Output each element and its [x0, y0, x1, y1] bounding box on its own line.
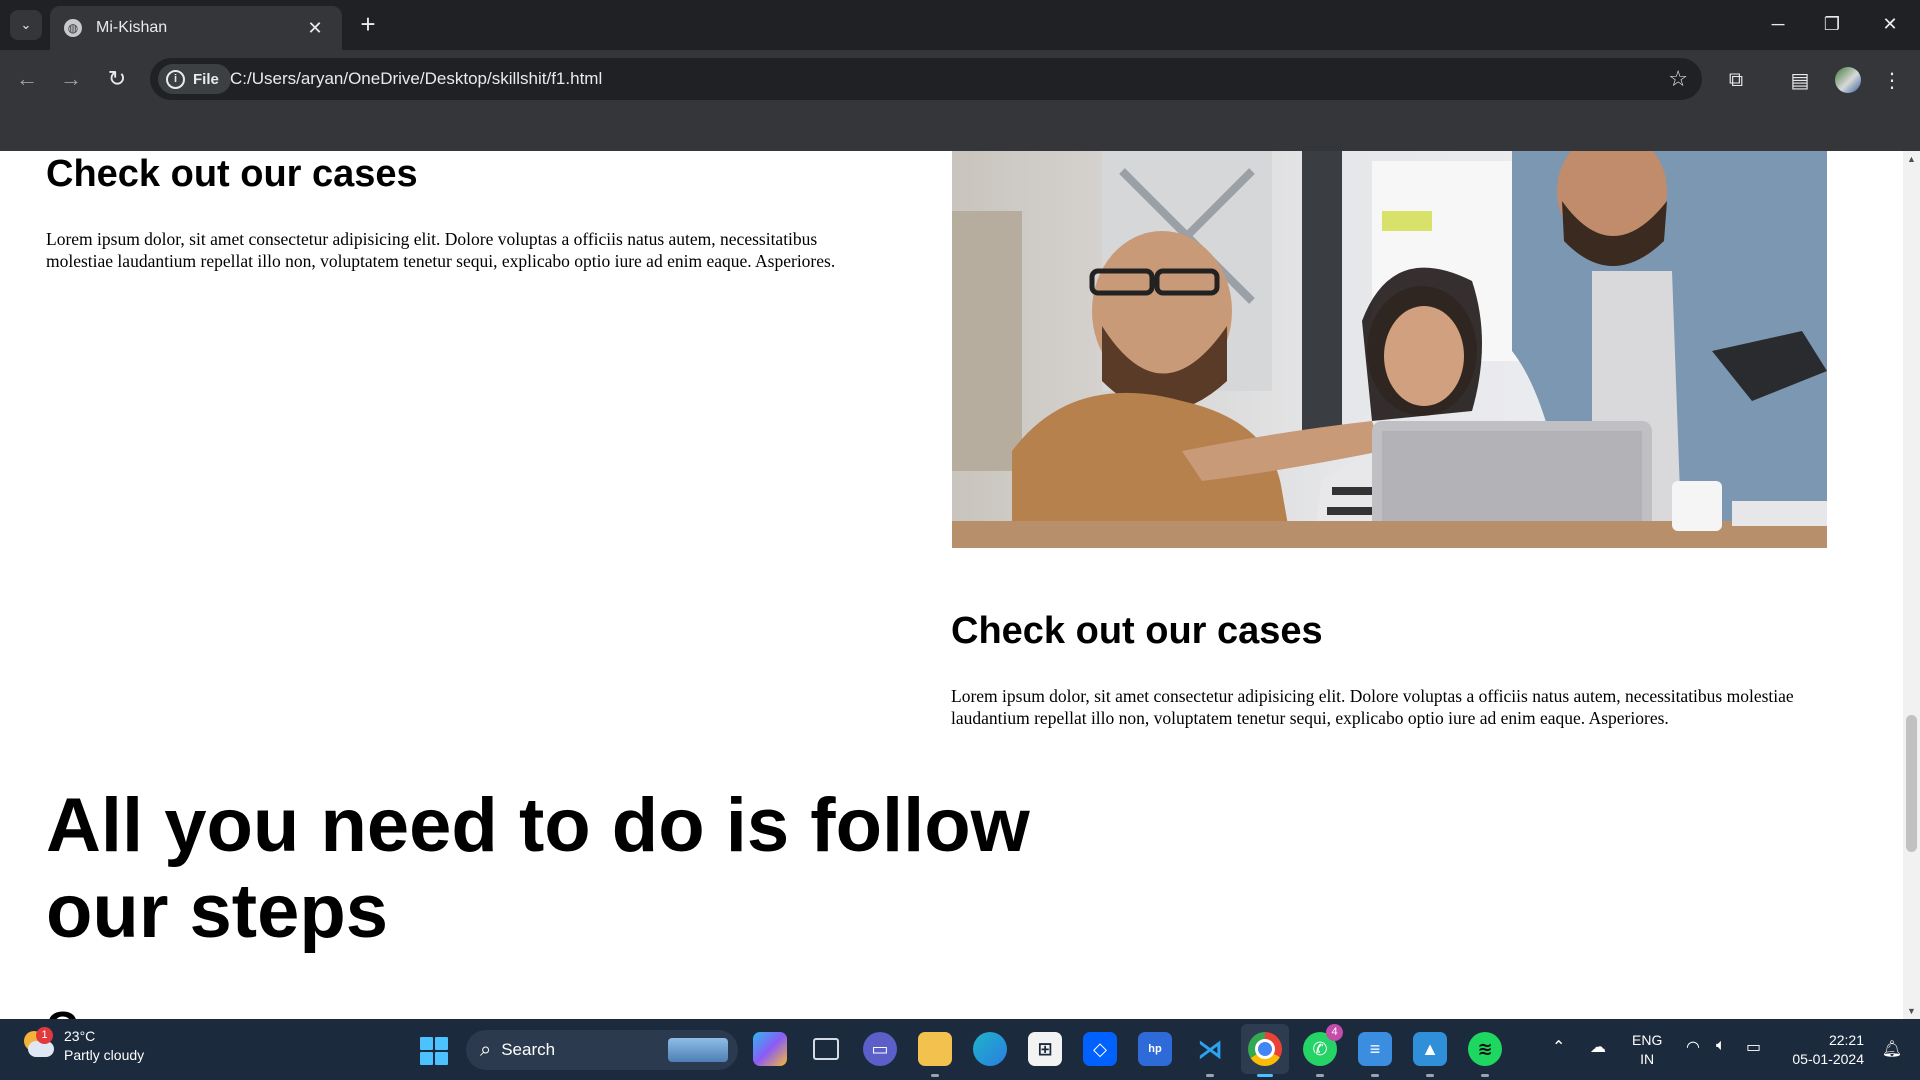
new-tab-button[interactable]: + [354, 10, 382, 38]
partly-cloudy-icon: 1 [20, 1027, 54, 1063]
bookmark-star-icon[interactable]: ☆ [1668, 66, 1688, 92]
volume-muted-icon[interactable]: 🔈︎ [1716, 1037, 1726, 1055]
globe-icon: ◍ [64, 19, 82, 37]
profile-avatar[interactable] [1832, 64, 1864, 96]
address-bar[interactable]: i File C:/Users/aryan/OneDrive/Desktop/s… [150, 58, 1702, 100]
windows-start-icon[interactable] [420, 1037, 448, 1065]
edge-browser-icon[interactable] [973, 1032, 1007, 1066]
side-panel-icon[interactable]: ▤ [1784, 64, 1816, 96]
restore-button[interactable]: ❐ [1812, 8, 1852, 40]
section1-heading: Check out our cases [46, 153, 418, 195]
whatsapp-badge: 4 [1326, 1024, 1343, 1041]
taskbar-search[interactable]: ⌕ Search [466, 1030, 738, 1070]
file-chip-label: File [193, 70, 219, 88]
reload-button[interactable]: ↻ [102, 64, 132, 94]
tab-search-dropdown-button[interactable]: ⌄ [10, 10, 42, 40]
close-window-button[interactable]: ✕ [1870, 8, 1910, 40]
team-meeting-image [952, 151, 1827, 548]
microsoft-store-icon[interactable]: ⊞ [1028, 1032, 1062, 1066]
copilot-icon[interactable] [753, 1032, 787, 1066]
whatsapp-icon[interactable]: ✆ 4 [1303, 1024, 1343, 1077]
teams-chat-icon[interactable]: ▭ [863, 1032, 897, 1066]
browser-toolbar: ← → ↻ i File C:/Users/aryan/OneDrive/Des… [0, 50, 1920, 108]
input-language-indicator[interactable]: ENG IN [1632, 1031, 1662, 1069]
weather-temperature: 23°C [64, 1028, 96, 1044]
search-label: Search [501, 1040, 556, 1059]
clock-date: 05-01-2024 [1792, 1051, 1864, 1067]
weather-widget[interactable]: 1 23°C Partly cloudy [20, 1027, 144, 1065]
spotify-icon[interactable]: ≋ [1468, 1032, 1502, 1077]
back-button[interactable]: ← [12, 64, 42, 94]
weather-notification-badge: 1 [36, 1027, 53, 1044]
region-code: IN [1640, 1051, 1655, 1067]
dropbox-icon[interactable]: ◇ [1083, 1032, 1117, 1066]
section2-heading: Check out our cases [951, 610, 1323, 652]
battery-icon[interactable]: ▭ [1746, 1037, 1761, 1057]
scroll-down-arrow-icon[interactable]: ▼ [1903, 1003, 1920, 1019]
task-view-icon[interactable] [809, 1032, 843, 1066]
vscode-icon[interactable]: ⋊ [1193, 1032, 1227, 1077]
scrollbar-thumb[interactable] [1906, 715, 1917, 852]
chrome-icon[interactable] [1248, 1032, 1282, 1077]
clock-time: 22:21 [1828, 1032, 1864, 1048]
file-explorer-icon[interactable] [918, 1032, 952, 1077]
steps-heading: All you need to do is follow our steps [46, 783, 1030, 954]
myhp-icon[interactable]: hp [1138, 1032, 1172, 1066]
notepad-icon[interactable]: ≡ [1358, 1032, 1392, 1077]
tab-close-button[interactable]: ✕ [304, 18, 326, 39]
page-scrollbar[interactable]: ▲ ▼ [1903, 151, 1920, 1019]
wifi-icon[interactable]: ◠ [1686, 1037, 1700, 1057]
bookmarks-bar [0, 108, 1920, 151]
site-info-chip[interactable]: i File [158, 64, 231, 94]
tab-bar: ⌄ ◍ Mi-Kishan ✕ + ─ ❐ ✕ [0, 0, 1920, 50]
system-clock[interactable]: 22:21 05-01-2024 [1792, 1031, 1864, 1069]
page-viewport: Check out our cases Lorem ipsum dolor, s… [0, 151, 1903, 1019]
info-icon: i [166, 69, 185, 89]
menu-kebab-icon[interactable]: ⋮ [1876, 64, 1908, 96]
notification-bell-icon[interactable]: 🔔︎ [1882, 1039, 1902, 1059]
scroll-up-arrow-icon[interactable]: ▲ [1903, 151, 1920, 167]
section2-text: Lorem ipsum dolor, sit amet consectetur … [951, 686, 1794, 728]
onedrive-cloud-icon[interactable]: ☁ [1590, 1037, 1606, 1057]
search-icon: ⌕ [480, 1038, 492, 1061]
language-code: ENG [1632, 1032, 1663, 1048]
minimize-button[interactable]: ─ [1758, 8, 1798, 40]
extensions-icon[interactable]: ⧉ [1720, 64, 1752, 96]
cut-off-heading: C [46, 1003, 78, 1019]
chevron-up-icon[interactable]: ⌃ [1552, 1037, 1565, 1057]
tab-title: Mi-Kishan [96, 19, 168, 36]
forward-button[interactable]: → [56, 64, 86, 94]
search-highlight-image [668, 1038, 728, 1062]
weather-description: Partly cloudy [64, 1047, 145, 1063]
tab-active[interactable]: ◍ Mi-Kishan ✕ [50, 6, 342, 50]
windows-taskbar: 1 23°C Partly cloudy ⌕ Search ▭ ⊞ ◇ hp ⋊… [0, 1019, 1920, 1080]
photos-icon[interactable]: ▲ [1413, 1032, 1447, 1077]
url-text[interactable]: C:/Users/aryan/OneDrive/Desktop/skillshi… [230, 58, 602, 100]
section1-text: Lorem ipsum dolor, sit amet consectetur … [46, 229, 836, 271]
